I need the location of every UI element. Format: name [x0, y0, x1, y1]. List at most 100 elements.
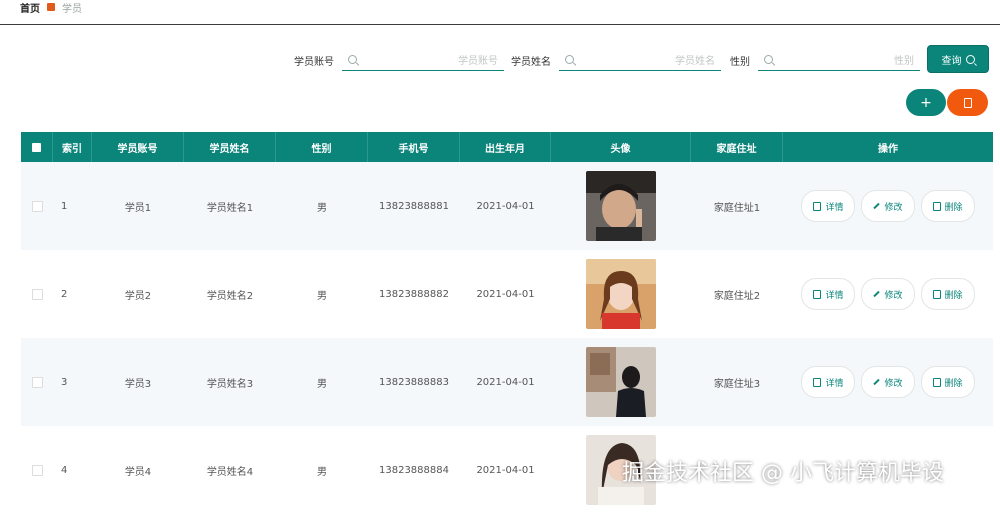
name-label: 学员姓名: [511, 56, 551, 68]
avatar[interactable]: [586, 259, 656, 329]
cell-gender: 男: [317, 202, 327, 214]
row-checkbox[interactable]: [31, 288, 43, 300]
delete-label: 删除: [944, 378, 963, 389]
edit-icon: [873, 202, 881, 210]
detail-label: 详情: [825, 378, 844, 389]
plus-icon: +: [920, 94, 932, 111]
edit-label: 修改: [884, 202, 903, 213]
header-actions: 操作: [878, 143, 898, 155]
breadcrumb: 首页 学员: [20, 0, 82, 15]
cell-index: 1: [61, 200, 68, 212]
header-birth: 出生年月: [460, 132, 551, 162]
detail-label: 详情: [825, 202, 844, 213]
gender-placeholder: 性别: [894, 56, 914, 67]
edit-button[interactable]: 修改: [861, 366, 915, 398]
edit-button[interactable]: 修改: [861, 278, 915, 310]
table-row: 1 学员1 学员姓名1 男 13823888881 2021-04-01 家庭住…: [21, 162, 993, 250]
edit-label: 修改: [884, 290, 903, 301]
home-icon: [47, 3, 55, 11]
row-checkbox[interactable]: [31, 464, 43, 476]
header-avatar: 头像: [551, 132, 691, 162]
search-name: 学员姓名 学员姓名: [511, 48, 721, 72]
search-icon: [565, 55, 574, 64]
delete-label: 删除: [944, 290, 963, 301]
row-checkbox-cell: [21, 250, 53, 338]
edit-icon: [873, 290, 881, 298]
cell-gender: 男: [317, 378, 327, 390]
cell-address: 家庭住址2: [713, 290, 761, 302]
search-icon: [764, 55, 773, 64]
avatar[interactable]: [586, 171, 656, 241]
cell-birth: 2021-04-01: [476, 200, 535, 212]
row-checkbox-cell: [21, 162, 53, 250]
cell-name: 学员姓名1: [206, 202, 254, 214]
table-row: 3 学员3 学员姓名3 男 13823888883 2021-04-01 家庭住…: [21, 338, 993, 426]
detail-button[interactable]: 详情: [801, 190, 856, 222]
cell-actions: 详情 修改 删除: [783, 162, 993, 250]
cell-account: 学员3: [124, 378, 152, 390]
gender-label: 性别: [730, 56, 750, 68]
cell-phone: 13823888883: [379, 376, 449, 388]
table-row: 2 学员2 学员姓名2 男 13823888882 2021-04-01 家庭住…: [21, 250, 993, 338]
table-header: 索引 学员账号 学员姓名 性别 手机号 出生年月 头像 家庭住址 操作: [21, 132, 993, 162]
cell-phone: 13823888881: [379, 200, 449, 212]
cell-birth: 2021-04-01: [476, 376, 535, 388]
breadcrumb-current: 学员: [62, 3, 82, 15]
cell-index: 3: [61, 376, 68, 388]
gender-input[interactable]: 性别: [758, 49, 920, 71]
cell-account: 学员2: [124, 290, 152, 302]
avatar[interactable]: [586, 347, 656, 417]
select-all-cell: [21, 132, 53, 162]
watermark: 掘金技术社区 @ 小飞计算机毕设: [622, 461, 944, 486]
account-input[interactable]: 学员账号: [342, 49, 504, 71]
account-label: 学员账号: [294, 56, 334, 68]
cell-address: 家庭住址3: [713, 378, 761, 390]
search-icon: [965, 54, 975, 64]
batch-delete-button[interactable]: [947, 89, 988, 116]
edit-icon: [873, 378, 881, 386]
search-account: 学员账号 学员账号: [294, 48, 504, 72]
edit-button[interactable]: 修改: [861, 190, 915, 222]
trash-icon: [932, 289, 941, 299]
query-button[interactable]: 查询: [927, 45, 989, 73]
detail-button[interactable]: 详情: [801, 366, 856, 398]
divider: [0, 24, 1000, 25]
cell-actions: 详情 修改 删除: [783, 338, 993, 426]
breadcrumb-home[interactable]: 首页: [20, 0, 40, 15]
account-placeholder: 学员账号: [458, 56, 498, 67]
trash-icon: [932, 201, 941, 211]
header-address: 家庭住址: [691, 132, 783, 162]
detail-label: 详情: [825, 290, 844, 301]
document-icon: [813, 201, 822, 211]
cell-avatar: [551, 250, 691, 338]
cell-gender: 男: [317, 290, 327, 302]
cell-address: 家庭住址1: [713, 202, 761, 214]
header-account: 学员账号: [92, 132, 184, 162]
row-checkbox-cell: [21, 338, 53, 426]
edit-label: 修改: [884, 378, 903, 389]
cell-birth: 2021-04-01: [476, 288, 535, 300]
add-button[interactable]: +: [906, 89, 946, 116]
row-checkbox[interactable]: [31, 376, 43, 388]
search-icon: [348, 55, 357, 64]
name-placeholder: 学员姓名: [675, 56, 715, 67]
delete-icon: [963, 97, 972, 108]
cell-avatar: [551, 162, 691, 250]
delete-button[interactable]: 删除: [920, 366, 975, 398]
header-phone: 手机号: [368, 132, 460, 162]
cell-index: 2: [61, 288, 68, 300]
delete-button[interactable]: 删除: [920, 278, 975, 310]
cell-actions: 详情 修改 删除: [783, 250, 993, 338]
trash-icon: [932, 377, 941, 387]
row-checkbox[interactable]: [31, 200, 43, 212]
header-index: 索引: [53, 132, 92, 162]
delete-label: 删除: [944, 202, 963, 213]
cell-name: 学员姓名2: [206, 290, 254, 302]
delete-button[interactable]: 删除: [920, 190, 975, 222]
name-input[interactable]: 学员姓名: [559, 49, 721, 71]
cell-phone: 13823888882: [379, 288, 449, 300]
document-icon: [813, 377, 822, 387]
detail-button[interactable]: 详情: [801, 278, 856, 310]
select-all-checkbox[interactable]: [32, 142, 41, 152]
cell-avatar: [551, 338, 691, 426]
